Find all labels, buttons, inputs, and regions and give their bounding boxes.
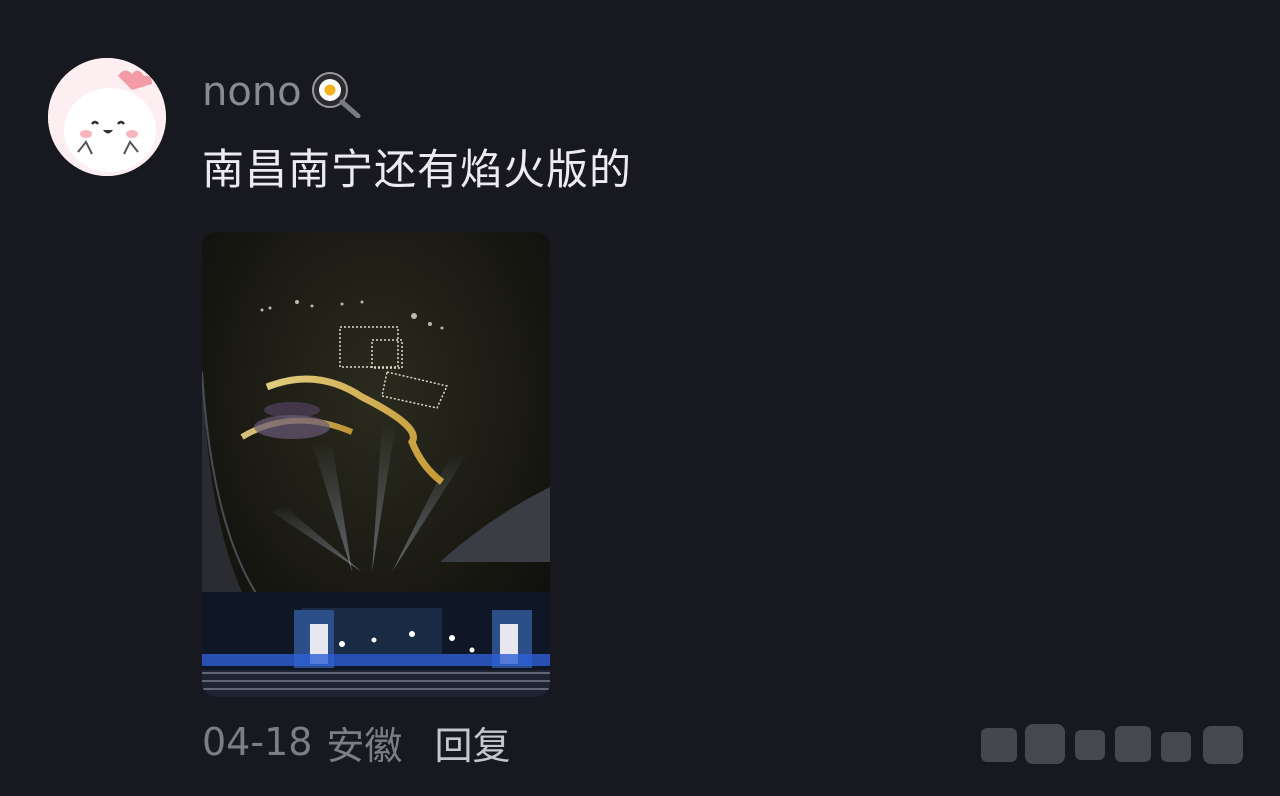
fireworks-photo-image: [202, 232, 550, 697]
comment-meta: 04-18 安徽 回复: [202, 714, 510, 770]
comment-text: 南昌南宁还有焰火版的: [202, 145, 633, 194]
frying-pan-egg-icon: [306, 66, 364, 119]
comment-photo[interactable]: [202, 232, 550, 697]
avatar-image: [48, 58, 166, 176]
username-row: nono: [202, 66, 364, 119]
comment-location: 安徽: [326, 723, 403, 768]
username[interactable]: nono: [202, 66, 302, 118]
avatar[interactable]: [48, 58, 166, 176]
watermark-logo: [981, 724, 1243, 764]
comment-date: 04-18: [202, 720, 313, 764]
reply-button[interactable]: 回复: [434, 715, 510, 770]
